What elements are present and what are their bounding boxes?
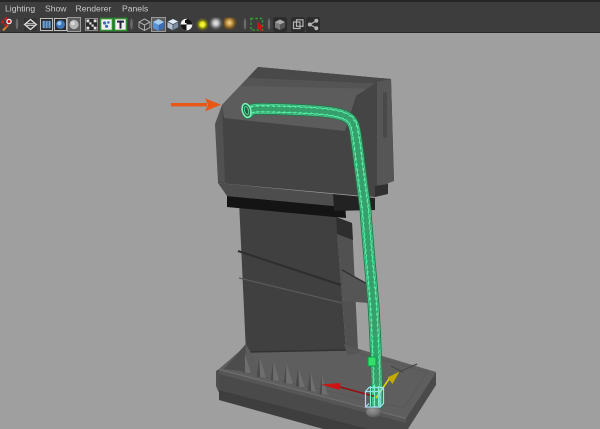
- svg-text:Renderer: Renderer: [76, 3, 112, 13]
- svg-text:Panels: Panels: [122, 3, 148, 13]
- svg-text:Lighting: Lighting: [5, 3, 35, 13]
- svg-text:Show: Show: [45, 3, 67, 13]
